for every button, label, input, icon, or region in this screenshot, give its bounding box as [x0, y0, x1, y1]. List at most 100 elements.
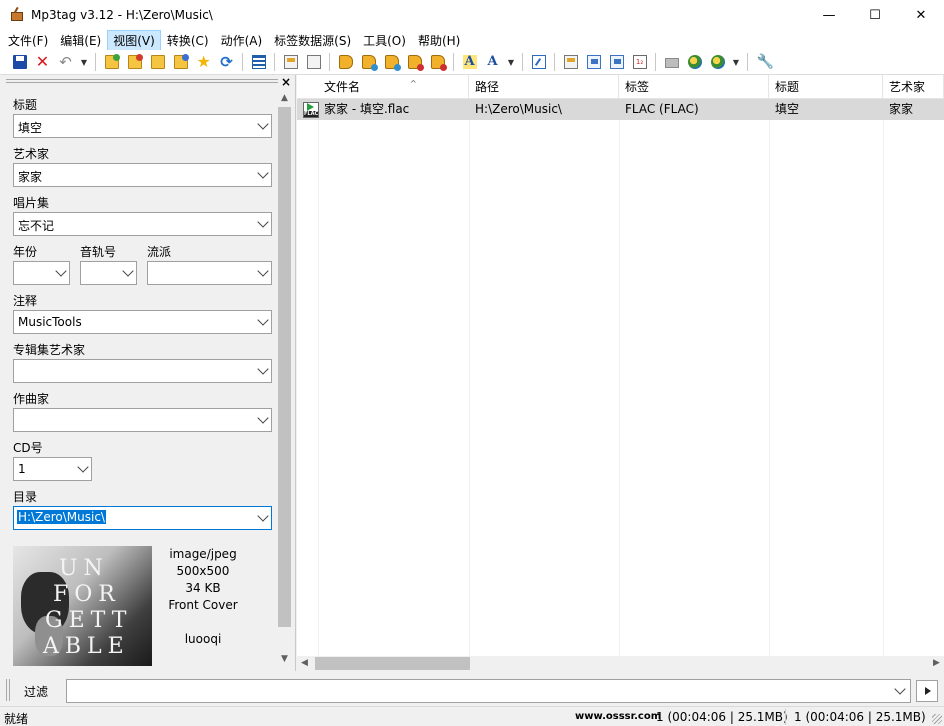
scroll-up-icon[interactable]: ▲: [277, 91, 292, 106]
load-playlist-button[interactable]: [169, 51, 192, 73]
column-divider: [769, 99, 770, 656]
playlist-export-button[interactable]: [582, 51, 605, 73]
comment-field[interactable]: MusicTools: [13, 310, 272, 334]
tag-panel-scrollbar[interactable]: ▲ ▼: [277, 91, 292, 667]
year-field[interactable]: [13, 261, 70, 285]
chevron-down-icon[interactable]: [257, 265, 269, 277]
web-sources-button[interactable]: [683, 51, 706, 73]
title-field[interactable]: 填空: [13, 114, 272, 138]
column-title[interactable]: 标题: [769, 75, 883, 99]
favorite-directory-button[interactable]: [146, 51, 169, 73]
refresh-button[interactable]: ⟳: [215, 51, 238, 73]
album-artist-field[interactable]: [13, 359, 272, 383]
chevron-down-icon[interactable]: [257, 314, 269, 326]
cell-filename: 家家 - 填空.flac: [324, 102, 410, 116]
menu-view[interactable]: 视图(V): [107, 29, 161, 51]
tag-filename-button[interactable]: [334, 51, 357, 73]
chevron-down-icon[interactable]: [77, 461, 89, 473]
filename-tag-button[interactable]: [357, 51, 380, 73]
column-tag[interactable]: 标签: [619, 75, 769, 99]
chevron-down-icon[interactable]: [122, 265, 134, 277]
filter-apply-button[interactable]: [916, 680, 938, 702]
quick-actions-button[interactable]: A: [481, 51, 504, 73]
chevron-down-icon[interactable]: [257, 363, 269, 375]
album-field[interactable]: 忘不记: [13, 212, 272, 236]
mp3tag-app-icon[interactable]: [9, 6, 25, 23]
column-filename[interactable]: 文件名 ^: [318, 75, 469, 99]
scrollbar-thumb[interactable]: [315, 657, 470, 670]
scroll-left-icon[interactable]: ◀: [297, 656, 312, 671]
resize-grip-icon[interactable]: [932, 714, 942, 724]
auto-numbering-button[interactable]: 1₂: [628, 51, 651, 73]
chevron-down-icon[interactable]: [257, 216, 269, 228]
tag-panel: × 标题 填空 艺术家 家家 唱片集 忘不记 年份 音轨号 流派 注释 Musi…: [0, 75, 296, 671]
status-text: 就绪: [4, 712, 29, 726]
close-button[interactable]: ✕: [898, 0, 944, 30]
chevron-down-icon[interactable]: [894, 683, 906, 695]
chevron-down-icon[interactable]: [257, 167, 269, 179]
undo-button[interactable]: ↶: [54, 51, 77, 73]
tag-filename-icon: [338, 55, 353, 69]
chevron-down-icon[interactable]: [257, 118, 269, 130]
track-field[interactable]: [80, 261, 137, 285]
maximize-button[interactable]: ☐: [852, 0, 898, 30]
actions-button[interactable]: A: [458, 51, 481, 73]
chevron-down-icon[interactable]: [257, 510, 269, 522]
paste-tag-button[interactable]: [302, 51, 325, 73]
change-directory-button[interactable]: [100, 51, 123, 73]
undo-dropdown[interactable]: ▼: [77, 51, 91, 73]
composer-field[interactable]: [13, 408, 272, 432]
filename-filename-button[interactable]: [426, 51, 449, 73]
sort-ascending-icon: ^: [410, 79, 417, 88]
save-icon: [12, 55, 27, 69]
menu-help[interactable]: 帮助(H): [412, 30, 466, 51]
menu-tag-sources[interactable]: 标签数据源(S): [268, 30, 357, 51]
menu-convert[interactable]: 转换(C): [161, 30, 215, 51]
remove-tag-button[interactable]: ✕: [31, 51, 54, 73]
textfile-tag-button[interactable]: [380, 51, 403, 73]
extended-tags-button[interactable]: [527, 51, 550, 73]
actions-dropdown[interactable]: ▼: [504, 51, 518, 73]
chevron-down-icon[interactable]: [55, 265, 67, 277]
flac-file-label: FLAC: [304, 111, 319, 117]
tag-tag-button[interactable]: [403, 51, 426, 73]
cover-mime: image/jpeg: [169, 547, 237, 561]
tag-panel-button[interactable]: [247, 51, 270, 73]
file-list-hscrollbar[interactable]: ◀ ▶: [297, 656, 944, 671]
options-button[interactable]: 🔧: [752, 51, 775, 73]
column-path[interactable]: 路径: [469, 75, 619, 99]
scroll-right-icon[interactable]: ▶: [929, 656, 944, 671]
favorites-button[interactable]: ★: [192, 51, 215, 73]
menu-tools[interactable]: 工具(O): [357, 30, 412, 51]
column-artist[interactable]: 艺术家: [883, 75, 944, 99]
playlist-icon: [173, 54, 189, 69]
disc-field[interactable]: 1: [13, 457, 92, 481]
genre-field[interactable]: [147, 261, 272, 285]
menu-file[interactable]: 文件(F): [2, 30, 54, 51]
freedb-button[interactable]: [660, 51, 683, 73]
scrollbar-thumb[interactable]: [278, 107, 291, 627]
add-directory-button[interactable]: [123, 51, 146, 73]
save-button[interactable]: [8, 51, 31, 73]
filter-grip[interactable]: [6, 679, 10, 701]
toolbar-separator: [554, 53, 555, 71]
minimize-button[interactable]: —: [806, 0, 852, 30]
panel-close-icon[interactable]: ×: [281, 75, 291, 89]
filename-tag-icon: [361, 55, 378, 71]
web-sources-dropdown[interactable]: ▼: [729, 51, 743, 73]
scroll-down-icon[interactable]: ▼: [277, 652, 292, 667]
artist-field[interactable]: 家家: [13, 163, 272, 187]
toolbar-separator: [655, 53, 656, 71]
table-row[interactable]: FLAC 家家 - 填空.flac H:\Zero\Music\ FLAC (F…: [297, 99, 944, 120]
discogs-button[interactable]: [706, 51, 729, 73]
menu-edit[interactable]: 编辑(E): [54, 30, 107, 51]
chevron-down-icon[interactable]: [257, 412, 269, 424]
export-button[interactable]: [559, 51, 582, 73]
filter-input[interactable]: [66, 679, 911, 703]
directory-field[interactable]: H:\Zero\Music\: [13, 506, 272, 530]
panel-grip[interactable]: [6, 79, 278, 83]
next-button[interactable]: [605, 51, 628, 73]
copy-tag-button[interactable]: [279, 51, 302, 73]
menu-actions[interactable]: 动作(A): [215, 30, 269, 51]
cover-art[interactable]: UN FOR GETT ABLE: [13, 546, 152, 666]
